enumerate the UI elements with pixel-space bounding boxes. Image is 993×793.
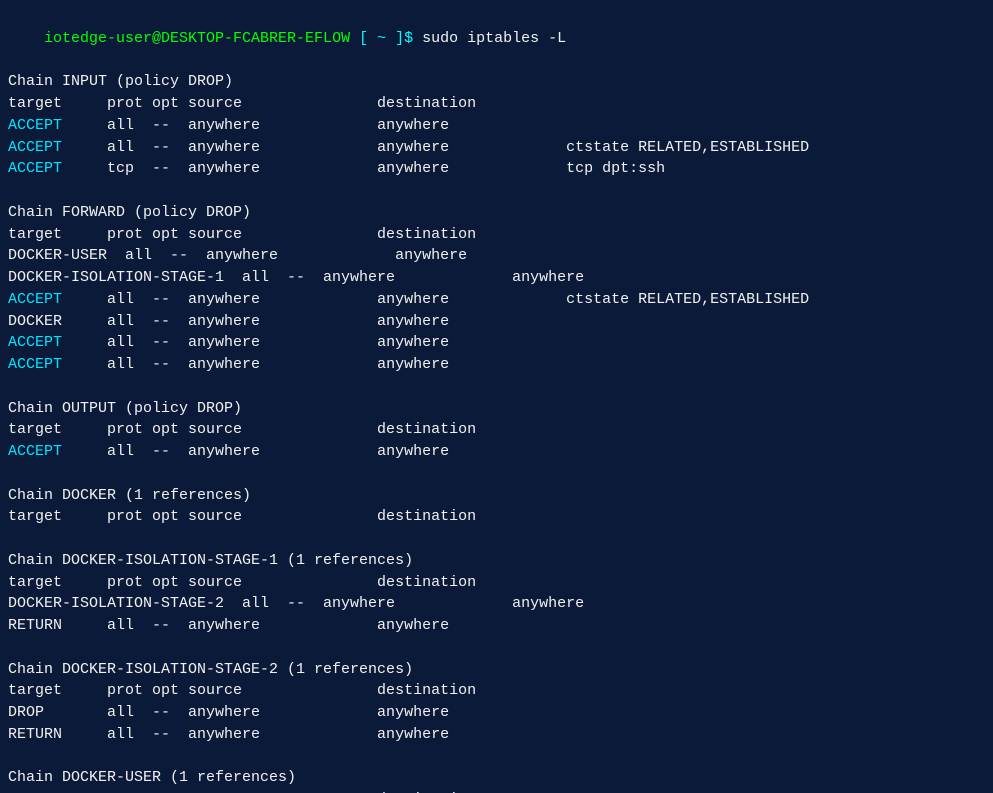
blank-4 [8,528,985,550]
chain-forward-row-1: DOCKER-USER all -- anywhere anywhere [8,245,985,267]
chain-docker-iso1-row-2: RETURN all -- anywhere anywhere [8,615,985,637]
chain-input-row-1: ACCEPT all -- anywhere anywhere [8,115,985,137]
chain-docker-iso2-col-header: target prot opt source destination [8,680,985,702]
chain-forward-col-header: target prot opt source destination [8,224,985,246]
prompt-command: sudo iptables -L [413,30,566,47]
chain-docker-col-header: target prot opt source destination [8,506,985,528]
chain-docker-header: Chain DOCKER (1 references) [8,485,985,507]
blank-1 [8,180,985,202]
chain-input-row-2: ACCEPT all -- anywhere anywhere ctstate … [8,137,985,159]
chain-docker-iso1-col-header: target prot opt source destination [8,572,985,594]
chain-forward-row-4: DOCKER all -- anywhere anywhere [8,311,985,333]
chain-forward-row-3: ACCEPT all -- anywhere anywhere ctstate … [8,289,985,311]
prompt-path: [ ~ ]$ [350,30,413,47]
chain-docker-iso2-row-1: DROP all -- anywhere anywhere [8,702,985,724]
chain-docker-iso2-row-2: RETURN all -- anywhere anywhere [8,724,985,746]
blank-6 [8,746,985,768]
chain-forward-row-5: ACCEPT all -- anywhere anywhere [8,332,985,354]
chain-docker-iso1-row-1: DOCKER-ISOLATION-STAGE-2 all -- anywhere… [8,593,985,615]
blank-2 [8,376,985,398]
prompt-line: iotedge-user@DESKTOP-FCABRER-EFLOW [ ~ ]… [8,6,985,71]
chain-docker-iso1-header: Chain DOCKER-ISOLATION-STAGE-1 (1 refere… [8,550,985,572]
chain-forward-row-6: ACCEPT all -- anywhere anywhere [8,354,985,376]
terminal-window: iotedge-user@DESKTOP-FCABRER-EFLOW [ ~ ]… [0,0,993,793]
chain-forward-header: Chain FORWARD (policy DROP) [8,202,985,224]
chain-input-col-header: target prot opt source destination [8,93,985,115]
chain-forward-row-2: DOCKER-ISOLATION-STAGE-1 all -- anywhere… [8,267,985,289]
blank-3 [8,463,985,485]
chain-docker-user-col-header: target prot opt source destination [8,789,985,793]
chain-input-header: Chain INPUT (policy DROP) [8,71,985,93]
chain-output-row-1: ACCEPT all -- anywhere anywhere [8,441,985,463]
chain-docker-user-header: Chain DOCKER-USER (1 references) [8,767,985,789]
prompt-user: iotedge-user@DESKTOP-FCABRER-EFLOW [44,30,350,47]
chain-output-col-header: target prot opt source destination [8,419,985,441]
blank-5 [8,637,985,659]
chain-input-row-3: ACCEPT tcp -- anywhere anywhere tcp dpt:… [8,158,985,180]
chain-docker-iso2-header: Chain DOCKER-ISOLATION-STAGE-2 (1 refere… [8,659,985,681]
chain-output-header: Chain OUTPUT (policy DROP) [8,398,985,420]
